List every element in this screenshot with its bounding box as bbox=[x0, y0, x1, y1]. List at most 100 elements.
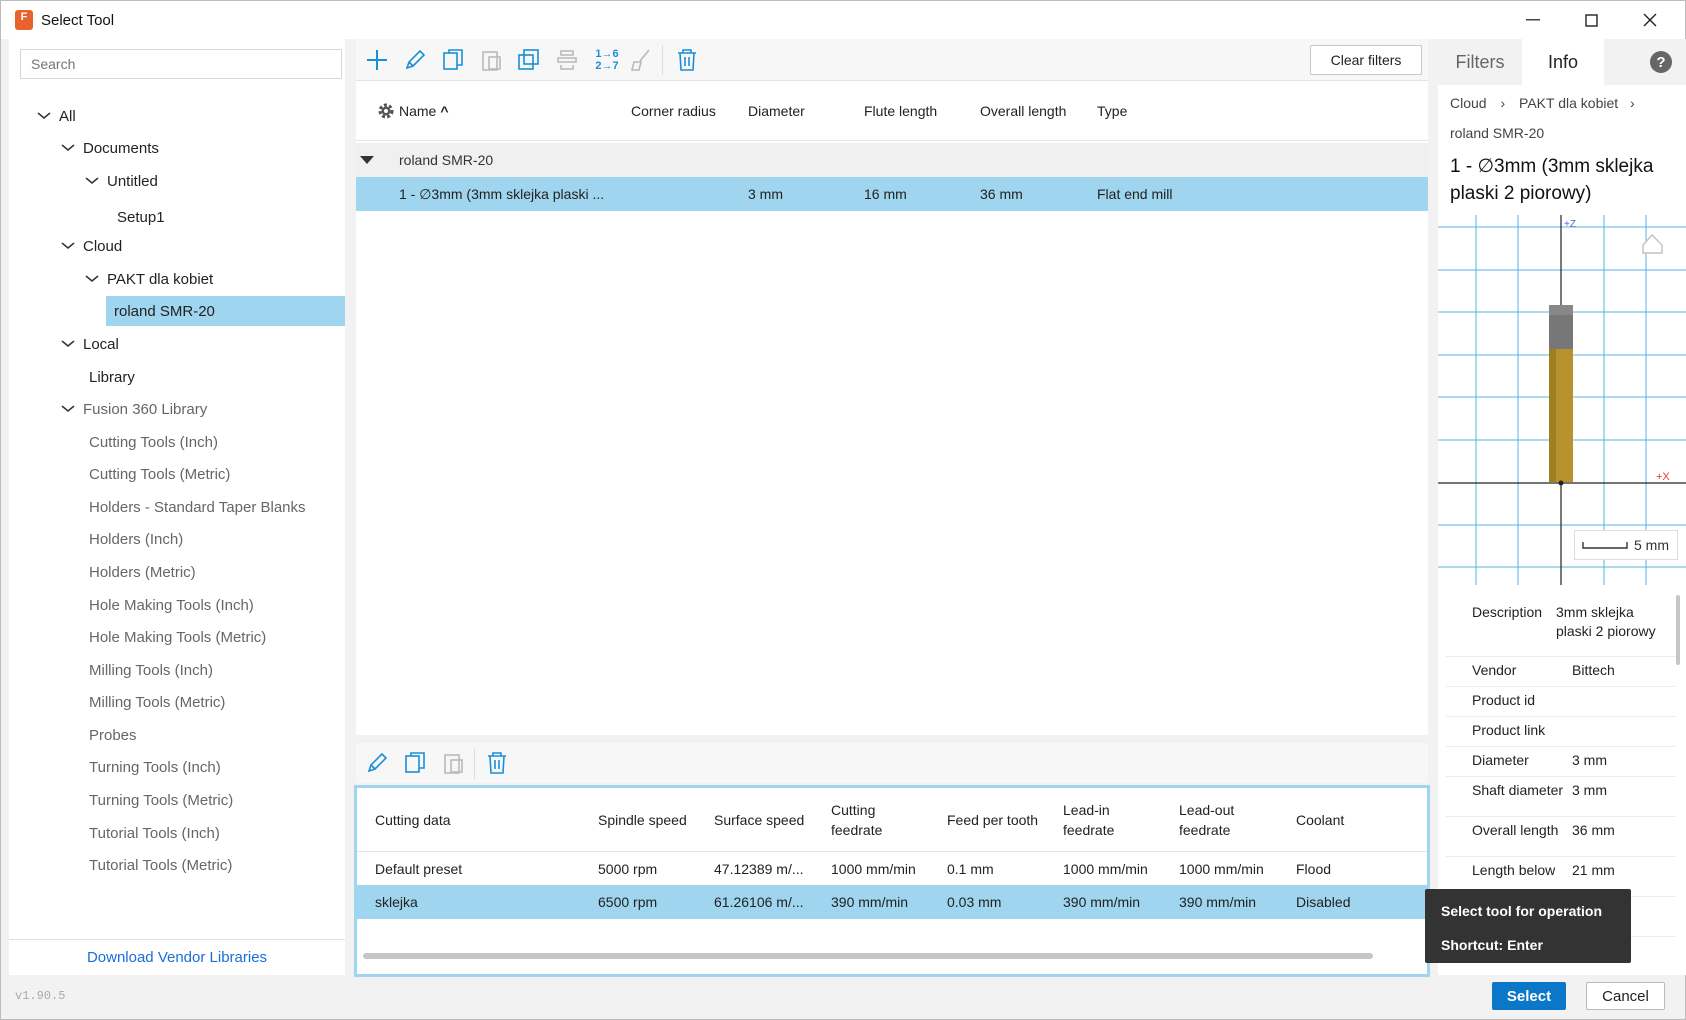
chevron-down-icon[interactable] bbox=[57, 141, 79, 155]
tree-item[interactable]: roland SMR-20 bbox=[106, 296, 345, 326]
download-vendor-libraries-link[interactable]: Download Vendor Libraries bbox=[9, 939, 345, 975]
tree-item[interactable]: Holders (Inch) bbox=[89, 524, 183, 554]
column-header-coolant[interactable]: Coolant bbox=[1296, 788, 1344, 852]
properties-scrollbar[interactable] bbox=[1676, 595, 1680, 665]
breadcrumb-item[interactable]: PAKT dla kobiet bbox=[1519, 95, 1618, 111]
tree-item[interactable]: Fusion 360 Library bbox=[59, 394, 207, 424]
column-header-overall-length[interactable]: Overall length bbox=[980, 81, 1066, 141]
chevron-down-icon[interactable] bbox=[33, 109, 55, 123]
column-header-name[interactable]: Name ^ bbox=[399, 81, 449, 141]
chevron-down-icon[interactable] bbox=[57, 239, 79, 253]
tool-group-row[interactable]: roland SMR-20 bbox=[356, 143, 1428, 177]
column-header-type[interactable]: Type bbox=[1097, 81, 1127, 141]
tree-item[interactable]: Library bbox=[89, 362, 135, 392]
scale-bar-icon bbox=[1582, 542, 1628, 549]
preset-lead-in: 1000 mm/min bbox=[1063, 861, 1148, 877]
renumber-tools-button[interactable]: 1→6 2→7 bbox=[592, 47, 622, 73]
column-settings-button[interactable] bbox=[376, 81, 396, 141]
column-header-cutting-feedrate[interactable]: Cutting feedrate bbox=[831, 788, 921, 852]
chevron-down-icon[interactable] bbox=[81, 272, 103, 286]
column-header-diameter[interactable]: Diameter bbox=[748, 81, 805, 141]
toolbar-divider bbox=[662, 45, 663, 75]
paste-preset-button[interactable] bbox=[440, 750, 466, 776]
delete-preset-button[interactable] bbox=[484, 750, 510, 776]
tab-info[interactable]: Info bbox=[1522, 39, 1604, 85]
tree-item[interactable]: Cloud bbox=[59, 231, 122, 261]
tree-item[interactable]: Hole Making Tools (Metric) bbox=[89, 622, 266, 652]
tree-item[interactable]: Holders (Metric) bbox=[89, 557, 196, 587]
tree-item[interactable]: Setup1 bbox=[117, 202, 165, 232]
tree-item[interactable]: Local bbox=[59, 329, 119, 359]
copy-tool-button[interactable] bbox=[440, 47, 466, 73]
tree-item[interactable]: Holders - Standard Taper Blanks bbox=[89, 492, 306, 522]
preset-lead-out: 390 mm/min bbox=[1179, 894, 1257, 910]
edit-tool-button[interactable] bbox=[402, 47, 428, 73]
tree-item-label: Hole Making Tools (Metric) bbox=[89, 628, 267, 646]
column-header-surface-speed[interactable]: Surface speed bbox=[714, 788, 804, 852]
tool-preview-viewport[interactable]: +Z +X 5 mm bbox=[1438, 215, 1686, 585]
add-tool-button[interactable] bbox=[364, 47, 390, 73]
group-tool-button[interactable] bbox=[554, 47, 580, 73]
breadcrumb-item[interactable]: roland SMR-20 bbox=[1450, 125, 1544, 141]
tree-item[interactable]: Documents bbox=[59, 133, 159, 163]
cancel-button[interactable]: Cancel bbox=[1586, 982, 1665, 1010]
property-value: 36 mm bbox=[1572, 822, 1615, 838]
delete-tool-button[interactable] bbox=[674, 47, 700, 73]
chevron-down-icon[interactable] bbox=[81, 174, 103, 188]
scale-label: 5 mm bbox=[1634, 537, 1669, 553]
chevron-down-icon[interactable] bbox=[57, 402, 79, 416]
select-tool-dialog: F Select Tool All Documents Untitled Setup1… bbox=[0, 0, 1686, 1020]
title-bar: F Select Tool bbox=[1, 1, 1685, 39]
tab-filters[interactable]: Filters bbox=[1438, 39, 1522, 85]
column-header-corner-radius[interactable]: Corner radius bbox=[631, 81, 716, 141]
column-header-spindle-speed[interactable]: Spindle speed bbox=[598, 788, 687, 852]
column-header-flute-length[interactable]: Flute length bbox=[864, 81, 937, 141]
maximize-button[interactable] bbox=[1562, 1, 1620, 39]
tree-item[interactable]: Tutorial Tools (Inch) bbox=[89, 818, 220, 848]
search-input[interactable] bbox=[20, 49, 342, 79]
close-button[interactable] bbox=[1621, 1, 1679, 39]
select-button[interactable]: Select bbox=[1492, 982, 1566, 1010]
paste-tool-button[interactable] bbox=[478, 47, 504, 73]
gear-icon bbox=[378, 103, 394, 119]
tree-item[interactable]: Turning Tools (Inch) bbox=[89, 752, 221, 782]
tree-item[interactable]: Untitled bbox=[83, 166, 158, 196]
preset-row-selected[interactable]: sklejka 6500 rpm 61.26106 m/... 390 mm/m… bbox=[357, 885, 1427, 919]
breadcrumb: Cloud › PAKT dla kobiet › bbox=[1450, 95, 1643, 111]
preset-row[interactable]: Default preset 5000 rpm 47.12389 m/... 1… bbox=[357, 852, 1427, 886]
minimize-button[interactable] bbox=[1504, 1, 1562, 39]
tree-item[interactable]: Milling Tools (Metric) bbox=[89, 687, 225, 717]
tree-item[interactable]: Turning Tools (Metric) bbox=[89, 785, 233, 815]
tree-item[interactable]: All bbox=[35, 101, 76, 131]
help-icon[interactable]: ? bbox=[1650, 51, 1672, 73]
clear-filters-button[interactable]: Clear filters bbox=[1310, 45, 1422, 75]
tool-row[interactable]: 1 - ∅3mm (3mm sklejka plaski ... 3 mm 16… bbox=[356, 177, 1428, 211]
column-header-lead-out-feedrate[interactable]: Lead-out feedrate bbox=[1179, 788, 1269, 852]
duplicate-tool-button[interactable] bbox=[516, 47, 542, 73]
column-header-lead-in-feedrate[interactable]: Lead-in feedrate bbox=[1063, 788, 1153, 852]
cleanup-tool-button[interactable] bbox=[628, 47, 654, 73]
renumber-top-label: 1→6 bbox=[595, 48, 619, 60]
tool-diameter-cell: 3 mm bbox=[748, 186, 783, 202]
tree-item-label: Holders (Inch) bbox=[89, 530, 184, 548]
tree-item[interactable]: Probes bbox=[89, 720, 137, 750]
column-header-cutting-data[interactable]: Cutting data bbox=[375, 788, 451, 852]
tree-item-label: Local bbox=[83, 335, 119, 353]
tree-item[interactable]: PAKT dla kobiet bbox=[83, 264, 213, 294]
breadcrumb-item[interactable]: Cloud bbox=[1450, 95, 1487, 111]
tree-item[interactable]: Tutorial Tools (Metric) bbox=[89, 850, 232, 880]
column-header-feed-per-tooth[interactable]: Feed per tooth bbox=[947, 788, 1038, 852]
copy-preset-button[interactable] bbox=[402, 750, 428, 776]
tree-item[interactable]: Cutting Tools (Inch) bbox=[89, 427, 218, 457]
pencil-icon bbox=[367, 752, 388, 773]
property-row: Vendor Bittech bbox=[1446, 657, 1676, 687]
tree-item[interactable]: Cutting Tools (Metric) bbox=[89, 459, 230, 489]
tree-item[interactable]: Milling Tools (Inch) bbox=[89, 655, 213, 685]
tree-item[interactable]: Hole Making Tools (Inch) bbox=[89, 590, 254, 620]
edit-preset-button[interactable] bbox=[364, 750, 390, 776]
tree-item-label: Turning Tools (Metric) bbox=[89, 791, 234, 809]
property-row: Diameter 3 mm bbox=[1446, 747, 1676, 777]
property-key: Length below bbox=[1472, 862, 1556, 878]
horizontal-scrollbar[interactable] bbox=[363, 953, 1373, 959]
chevron-down-icon[interactable] bbox=[57, 337, 79, 351]
